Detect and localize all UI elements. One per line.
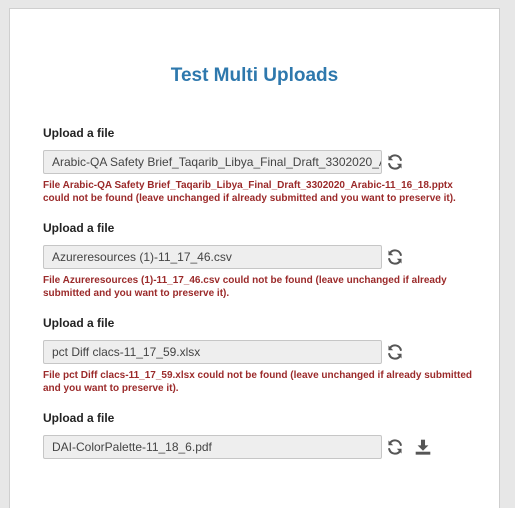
file-input[interactable]: Arabic-QA Safety Brief_Taqarib_Libya_Fin… bbox=[43, 150, 382, 174]
upload-label: Upload a file bbox=[43, 316, 115, 330]
upload-field-4: Upload a file DAI-ColorPalette-11_18_6.p… bbox=[43, 411, 483, 459]
upload-label: Upload a file bbox=[43, 126, 115, 140]
file-input[interactable]: DAI-ColorPalette-11_18_6.pdf bbox=[43, 435, 382, 459]
upload-row: DAI-ColorPalette-11_18_6.pdf bbox=[43, 435, 483, 459]
upload-row: Arabic-QA Safety Brief_Taqarib_Libya_Fin… bbox=[43, 150, 483, 174]
page-title: Test Multi Uploads bbox=[170, 65, 339, 86]
upload-error: File Azureresources (1)-11_17_46.csv cou… bbox=[43, 275, 447, 299]
upload-label: Upload a file bbox=[43, 411, 115, 425]
upload-error: File Arabic-QA Safety Brief_Taqarib_Liby… bbox=[43, 180, 456, 204]
upload-field-3: Upload a file pct Diff clacs-11_17_59.xl… bbox=[43, 316, 483, 395]
file-input[interactable]: Azureresources (1)-11_17_46.csv bbox=[43, 245, 382, 269]
refresh-icon[interactable] bbox=[386, 153, 404, 171]
upload-error: File pct Diff clacs-11_17_59.xlsx could … bbox=[43, 370, 473, 394]
refresh-icon[interactable] bbox=[386, 343, 404, 361]
upload-field-1: Upload a file Arabic-QA Safety Brief_Taq… bbox=[43, 126, 483, 205]
upload-field-2: Upload a file Azureresources (1)-11_17_4… bbox=[43, 221, 483, 300]
upload-row: Azureresources (1)-11_17_46.csv bbox=[43, 245, 483, 269]
download-icon[interactable] bbox=[414, 438, 432, 456]
refresh-icon[interactable] bbox=[386, 248, 404, 266]
upload-row: pct Diff clacs-11_17_59.xlsx bbox=[43, 340, 483, 364]
form-card: Test Multi Uploads Upload a file Arabic-… bbox=[9, 8, 500, 508]
refresh-icon[interactable] bbox=[386, 438, 404, 456]
upload-label: Upload a file bbox=[43, 221, 115, 235]
file-input[interactable]: pct Diff clacs-11_17_59.xlsx bbox=[43, 340, 382, 364]
